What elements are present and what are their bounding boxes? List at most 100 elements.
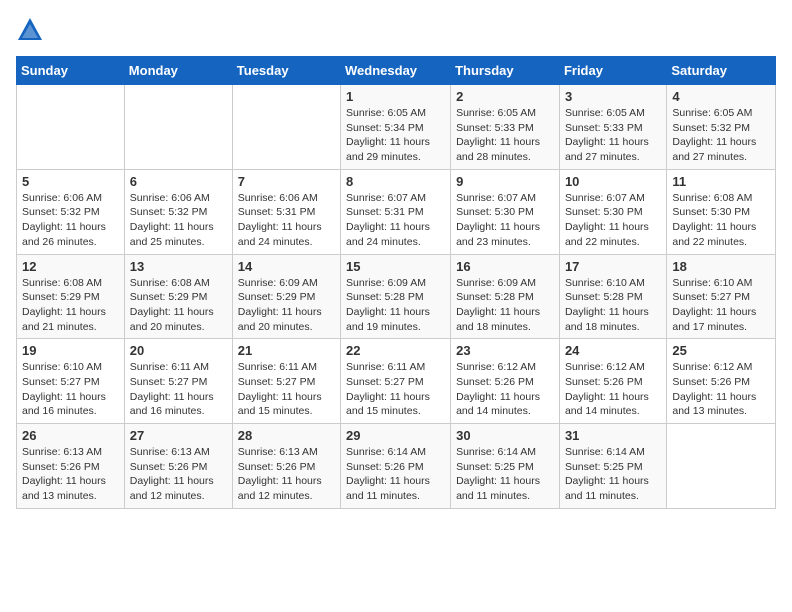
calendar-cell: 19 Sunrise: 6:10 AM Sunset: 5:27 PM Dayli… [17, 339, 125, 424]
day-number: 27 [130, 428, 227, 443]
calendar-cell: 2 Sunrise: 6:05 AM Sunset: 5:33 PM Daylig… [451, 85, 560, 170]
calendar-header-row: SundayMondayTuesdayWednesdayThursdayFrid… [17, 57, 776, 85]
day-info: Sunrise: 6:09 AM Sunset: 5:28 PM Dayligh… [456, 276, 554, 335]
day-info: Sunrise: 6:07 AM Sunset: 5:31 PM Dayligh… [346, 191, 445, 250]
calendar-cell: 13 Sunrise: 6:08 AM Sunset: 5:29 PM Dayli… [124, 254, 232, 339]
day-info: Sunrise: 6:09 AM Sunset: 5:29 PM Dayligh… [238, 276, 335, 335]
day-info: Sunrise: 6:05 AM Sunset: 5:34 PM Dayligh… [346, 106, 445, 165]
day-info: Sunrise: 6:06 AM Sunset: 5:32 PM Dayligh… [130, 191, 227, 250]
calendar-cell: 5Sunrise: 6:06 AM Sunset: 5:32 PM Daylig… [17, 169, 125, 254]
day-info: Sunrise: 6:07 AM Sunset: 5:30 PM Dayligh… [565, 191, 661, 250]
day-number: 22 [346, 343, 445, 358]
calendar-cell: 30Sunrise: 6:14 AM Sunset: 5:25 PM Dayli… [451, 424, 560, 509]
calendar-cell: 4 Sunrise: 6:05 AM Sunset: 5:32 PM Daylig… [667, 85, 776, 170]
calendar-cell: 1 Sunrise: 6:05 AM Sunset: 5:34 PM Daylig… [341, 85, 451, 170]
day-info: Sunrise: 6:08 AM Sunset: 5:29 PM Dayligh… [22, 276, 119, 335]
calendar-cell [17, 85, 125, 170]
day-info: Sunrise: 6:11 AM Sunset: 5:27 PM Dayligh… [346, 360, 445, 419]
calendar-cell: 15Sunrise: 6:09 AM Sunset: 5:28 PM Dayli… [341, 254, 451, 339]
day-number: 24 [565, 343, 661, 358]
day-number: 2 [456, 89, 554, 104]
day-number: 15 [346, 259, 445, 274]
calendar-cell: 21Sunrise: 6:11 AM Sunset: 5:27 PM Dayli… [232, 339, 340, 424]
calendar-cell: 17 Sunrise: 6:10 AM Sunset: 5:28 PM Dayli… [559, 254, 666, 339]
day-info: Sunrise: 6:06 AM Sunset: 5:31 PM Dayligh… [238, 191, 335, 250]
calendar-cell [667, 424, 776, 509]
calendar-cell: 8 Sunrise: 6:07 AM Sunset: 5:31 PM Daylig… [341, 169, 451, 254]
day-number: 6 [130, 174, 227, 189]
day-number: 1 [346, 89, 445, 104]
day-number: 26 [22, 428, 119, 443]
day-number: 30 [456, 428, 554, 443]
col-header-tuesday: Tuesday [232, 57, 340, 85]
day-info: Sunrise: 6:12 AM Sunset: 5:26 PM Dayligh… [456, 360, 554, 419]
day-info: Sunrise: 6:10 AM Sunset: 5:27 PM Dayligh… [22, 360, 119, 419]
day-info: Sunrise: 6:13 AM Sunset: 5:26 PM Dayligh… [238, 445, 335, 504]
col-header-thursday: Thursday [451, 57, 560, 85]
day-number: 14 [238, 259, 335, 274]
calendar-cell: 10 Sunrise: 6:07 AM Sunset: 5:30 PM Dayli… [559, 169, 666, 254]
calendar-cell: 14 Sunrise: 6:09 AM Sunset: 5:29 PM Dayli… [232, 254, 340, 339]
day-number: 18 [672, 259, 770, 274]
day-info: Sunrise: 6:11 AM Sunset: 5:27 PM Dayligh… [238, 360, 335, 419]
calendar-cell: 24 Sunrise: 6:12 AM Sunset: 5:26 PM Dayli… [559, 339, 666, 424]
day-number: 16 [456, 259, 554, 274]
day-number: 9 [456, 174, 554, 189]
day-info: Sunrise: 6:14 AM Sunset: 5:26 PM Dayligh… [346, 445, 445, 504]
calendar-cell: 23 Sunrise: 6:12 AM Sunset: 5:26 PM Dayli… [451, 339, 560, 424]
col-header-monday: Monday [124, 57, 232, 85]
col-header-sunday: Sunday [17, 57, 125, 85]
page-header [16, 16, 776, 44]
calendar-cell: 18Sunrise: 6:10 AM Sunset: 5:27 PM Dayli… [667, 254, 776, 339]
calendar-cell: 9 Sunrise: 6:07 AM Sunset: 5:30 PM Daylig… [451, 169, 560, 254]
day-number: 7 [238, 174, 335, 189]
calendar-week-row: 1 Sunrise: 6:05 AM Sunset: 5:34 PM Daylig… [17, 85, 776, 170]
day-info: Sunrise: 6:10 AM Sunset: 5:28 PM Dayligh… [565, 276, 661, 335]
logo-icon [16, 16, 44, 44]
day-number: 11 [672, 174, 770, 189]
day-info: Sunrise: 6:12 AM Sunset: 5:26 PM Dayligh… [672, 360, 770, 419]
calendar-cell: 22 Sunrise: 6:11 AM Sunset: 5:27 PM Dayli… [341, 339, 451, 424]
calendar-week-row: 5Sunrise: 6:06 AM Sunset: 5:32 PM Daylig… [17, 169, 776, 254]
day-number: 4 [672, 89, 770, 104]
col-header-friday: Friday [559, 57, 666, 85]
logo [16, 16, 48, 44]
day-number: 31 [565, 428, 661, 443]
calendar-cell: 20Sunrise: 6:11 AM Sunset: 5:27 PM Dayli… [124, 339, 232, 424]
calendar-week-row: 12 Sunrise: 6:08 AM Sunset: 5:29 PM Dayli… [17, 254, 776, 339]
day-number: 25 [672, 343, 770, 358]
day-info: Sunrise: 6:07 AM Sunset: 5:30 PM Dayligh… [456, 191, 554, 250]
day-info: Sunrise: 6:06 AM Sunset: 5:32 PM Dayligh… [22, 191, 119, 250]
calendar-cell [232, 85, 340, 170]
calendar-cell: 6 Sunrise: 6:06 AM Sunset: 5:32 PM Daylig… [124, 169, 232, 254]
calendar-cell: 16 Sunrise: 6:09 AM Sunset: 5:28 PM Dayli… [451, 254, 560, 339]
calendar-cell [124, 85, 232, 170]
day-number: 23 [456, 343, 554, 358]
day-info: Sunrise: 6:05 AM Sunset: 5:33 PM Dayligh… [456, 106, 554, 165]
day-number: 10 [565, 174, 661, 189]
day-number: 17 [565, 259, 661, 274]
day-info: Sunrise: 6:08 AM Sunset: 5:29 PM Dayligh… [130, 276, 227, 335]
calendar-cell: 31 Sunrise: 6:14 AM Sunset: 5:25 PM Dayli… [559, 424, 666, 509]
calendar-cell: 7 Sunrise: 6:06 AM Sunset: 5:31 PM Daylig… [232, 169, 340, 254]
calendar-cell: 27 Sunrise: 6:13 AM Sunset: 5:26 PM Dayli… [124, 424, 232, 509]
day-number: 13 [130, 259, 227, 274]
calendar-cell: 28 Sunrise: 6:13 AM Sunset: 5:26 PM Dayli… [232, 424, 340, 509]
col-header-wednesday: Wednesday [341, 57, 451, 85]
day-number: 3 [565, 89, 661, 104]
day-number: 28 [238, 428, 335, 443]
day-info: Sunrise: 6:13 AM Sunset: 5:26 PM Dayligh… [22, 445, 119, 504]
day-number: 8 [346, 174, 445, 189]
calendar-cell: 12 Sunrise: 6:08 AM Sunset: 5:29 PM Dayli… [17, 254, 125, 339]
day-info: Sunrise: 6:12 AM Sunset: 5:26 PM Dayligh… [565, 360, 661, 419]
day-number: 12 [22, 259, 119, 274]
col-header-saturday: Saturday [667, 57, 776, 85]
day-info: Sunrise: 6:05 AM Sunset: 5:33 PM Dayligh… [565, 106, 661, 165]
day-info: Sunrise: 6:13 AM Sunset: 5:26 PM Dayligh… [130, 445, 227, 504]
day-info: Sunrise: 6:05 AM Sunset: 5:32 PM Dayligh… [672, 106, 770, 165]
day-info: Sunrise: 6:14 AM Sunset: 5:25 PM Dayligh… [565, 445, 661, 504]
calendar-cell: 29Sunrise: 6:14 AM Sunset: 5:26 PM Dayli… [341, 424, 451, 509]
calendar-week-row: 26 Sunrise: 6:13 AM Sunset: 5:26 PM Dayli… [17, 424, 776, 509]
day-number: 19 [22, 343, 119, 358]
day-info: Sunrise: 6:08 AM Sunset: 5:30 PM Dayligh… [672, 191, 770, 250]
